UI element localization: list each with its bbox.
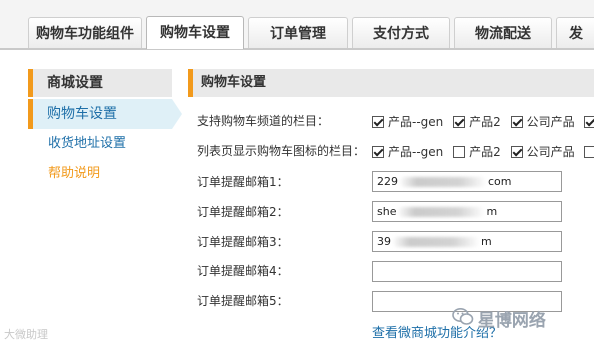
sidebar-item-address-settings[interactable]: 收货地址设置	[48, 135, 126, 153]
checkbox-list-4[interactable]	[584, 145, 594, 158]
email-suffix: m	[481, 235, 492, 248]
tab-cart-settings[interactable]: 购物车设置	[146, 16, 244, 49]
tab-logistics[interactable]: 物流配送	[454, 17, 552, 48]
section-title: 购物车设置	[188, 69, 594, 97]
email-suffix: com	[488, 175, 512, 188]
tab-payment-methods[interactable]: 支付方式	[352, 17, 450, 48]
watermark-right: 星博网络	[452, 306, 546, 332]
email-label-1: 订单提醒邮箱1：	[197, 175, 289, 189]
email-label-5: 订单提醒邮箱5：	[197, 294, 289, 308]
checkbox-label: 产品--gen	[388, 145, 444, 159]
email-field-4[interactable]	[372, 261, 562, 282]
checkbox-list-1[interactable]	[372, 145, 384, 158]
row-label-list-icon: 列表页显示购物车图标的栏目：	[197, 144, 366, 158]
checkbox-channel-1[interactable]	[372, 115, 384, 128]
redaction-blur	[399, 177, 487, 187]
watermark-left: 大微助理	[4, 328, 48, 341]
redaction-blur	[397, 207, 486, 217]
checkbox-label: 公司产品	[526, 115, 575, 129]
row-label-channels: 支持购物车频道的栏目：	[197, 114, 330, 128]
sidebar-heading: 商城设置	[28, 69, 172, 97]
watermark-text: 星博网络	[477, 311, 546, 331]
list-icon-checkbox-group: 产品--gen 产品2 公司产品 培	[372, 143, 594, 159]
wechat-icon	[452, 307, 474, 330]
tab-order-management[interactable]: 订单管理	[248, 17, 348, 48]
email-prefix: 229	[377, 175, 398, 188]
redaction-blur	[392, 237, 480, 247]
checkbox-list-2[interactable]	[453, 145, 466, 158]
email-prefix: 39	[377, 235, 391, 248]
checkbox-label: 产品2	[469, 115, 501, 129]
checkbox-label: 产品--gen	[388, 115, 444, 129]
email-label-2: 订单提醒邮箱2：	[197, 205, 289, 219]
checkbox-channel-2[interactable]	[453, 115, 466, 128]
checkbox-label: 产品2	[469, 145, 501, 159]
email-field-1[interactable]: 229 com	[372, 171, 562, 192]
checkbox-channel-3[interactable]	[510, 115, 523, 128]
sidebar-item-cart-settings[interactable]: 购物车设置	[28, 99, 172, 129]
email-field-2[interactable]: she m	[372, 201, 562, 222]
email-suffix: m	[486, 205, 498, 218]
email-prefix: she	[377, 205, 397, 218]
channel-checkbox-group: 产品--gen 产品2 公司产品 培	[372, 113, 594, 129]
tab-more[interactable]: 发	[556, 17, 594, 48]
checkbox-list-3[interactable]	[510, 145, 523, 158]
email-label-4: 订单提醒邮箱4：	[197, 264, 289, 278]
checkbox-label: 公司产品	[526, 145, 575, 159]
email-field-3[interactable]: 39 m	[372, 231, 562, 252]
sidebar-active-arrow	[172, 99, 182, 129]
email-label-3: 订单提醒邮箱3：	[197, 235, 289, 249]
checkbox-channel-4[interactable]	[584, 115, 594, 128]
tab-cart-components[interactable]: 购物车功能组件	[28, 17, 142, 48]
sidebar-item-help[interactable]: 帮助说明	[48, 165, 100, 183]
tab-bar: 购物车功能组件 购物车设置 订单管理 支付方式 物流配送 发	[0, 0, 594, 50]
